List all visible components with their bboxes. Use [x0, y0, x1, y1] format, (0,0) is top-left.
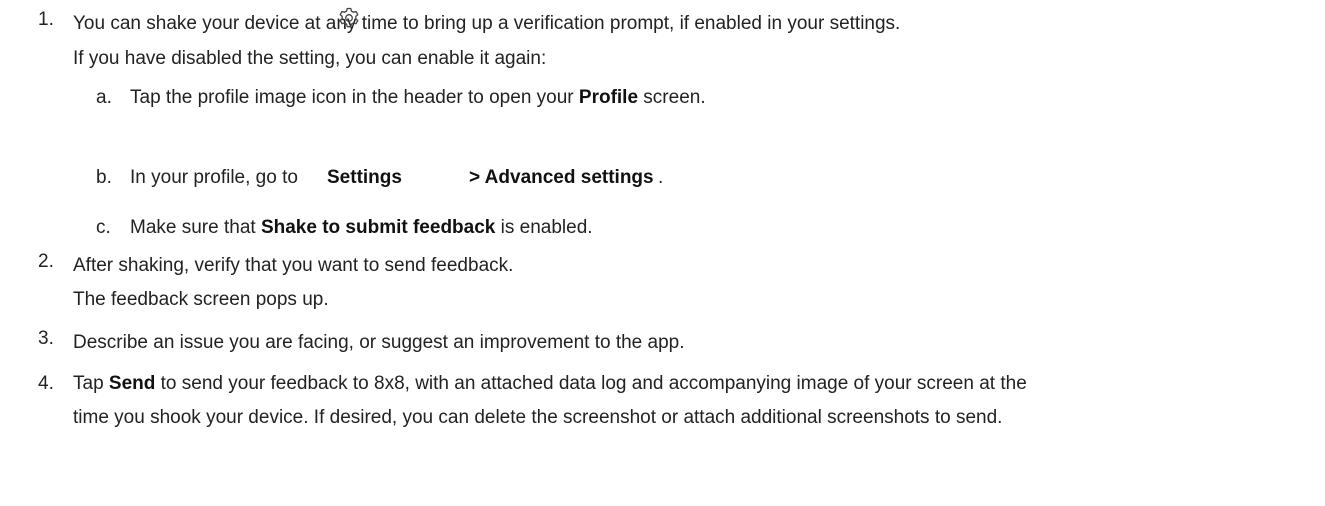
- step-text: You can shake your device at any time to…: [73, 13, 901, 34]
- substep-text-post: is enabled.: [495, 217, 593, 238]
- substep-text-post: .: [658, 167, 664, 188]
- substep-text: Tap the profile image icon in the header…: [130, 86, 706, 110]
- substep-text: Make sure that Shake to submit feedback …: [130, 216, 593, 240]
- substep-letter: c.: [96, 217, 111, 238]
- step-text-pre: Tap: [73, 373, 109, 394]
- step-text: After shaking, verify that you want to s…: [73, 255, 514, 276]
- settings-term: Settings: [327, 167, 402, 188]
- substep-text-post: screen.: [638, 87, 706, 108]
- substep-letter: b.: [96, 167, 112, 188]
- substep-text-pre: In your profile, go to: [130, 167, 298, 188]
- step-number: 1.: [38, 9, 54, 30]
- step-number: 4.: [38, 373, 54, 394]
- step-number: 2.: [38, 251, 54, 272]
- gear-icon: [339, 7, 359, 28]
- substep-letter: a.: [96, 87, 112, 108]
- profile-term: Profile: [578, 87, 639, 108]
- step-text-post: to send your feedback to 8x8, with an at…: [155, 373, 1027, 394]
- substep-text: In your profile, go to Settings > Advanc…: [130, 166, 830, 196]
- advanced-settings-term: > Advanced settings: [469, 167, 654, 188]
- step-text-continued: If you have disabled the setting, you ca…: [73, 48, 547, 69]
- step-text: Describe an issue you are facing, or sug…: [73, 332, 685, 353]
- step-text-continued: time you shook your device. If desired, …: [73, 407, 1003, 428]
- step-number: 3.: [38, 328, 54, 349]
- shake-to-submit-feedback-term: Shake to submit feedback: [260, 217, 496, 238]
- step-text-continued: The feedback screen pops up.: [73, 289, 329, 310]
- substep-text-pre: Tap the profile image icon in the header…: [130, 87, 579, 108]
- step-text: Tap Send to send your feedback to 8x8, w…: [73, 372, 1027, 396]
- substep-text-pre: Make sure that: [130, 217, 261, 238]
- instructions-document: 1. You can shake your device at any time…: [0, 0, 1325, 506]
- send-term: Send: [108, 373, 156, 394]
